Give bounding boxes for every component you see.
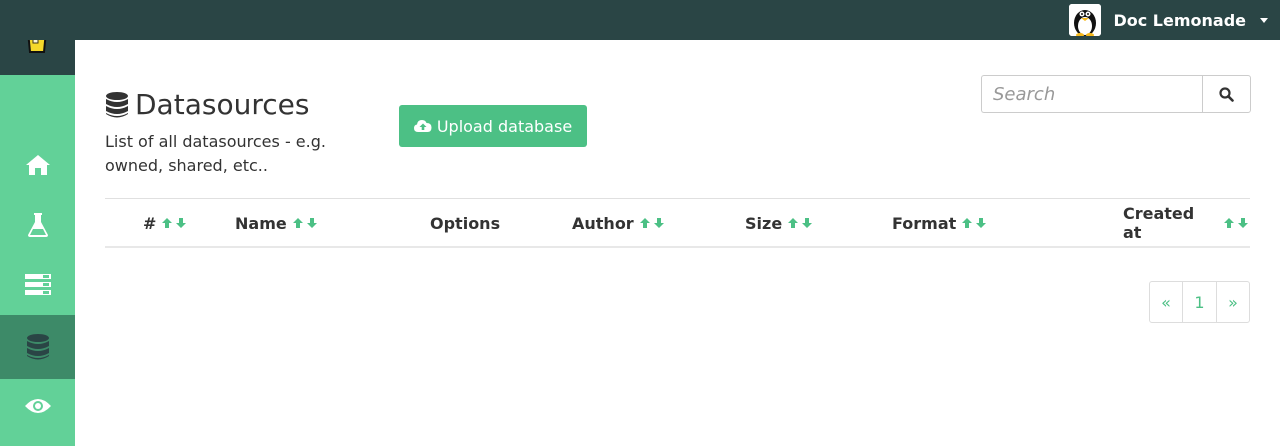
- sidebar-item-visualize[interactable]: [0, 375, 75, 437]
- upload-database-button[interactable]: Upload database: [399, 105, 587, 147]
- column-header-options: Options: [430, 199, 500, 247]
- sort-desc-icon[interactable]: [974, 216, 988, 230]
- pagination-prev[interactable]: «: [1149, 281, 1183, 323]
- sort-controls: [786, 216, 814, 230]
- sort-controls: [160, 216, 188, 230]
- sort-asc-icon[interactable]: [638, 216, 652, 230]
- sort-desc-icon[interactable]: [800, 216, 814, 230]
- sort-desc-icon[interactable]: [652, 216, 666, 230]
- page-title-text: Datasources: [135, 88, 310, 121]
- user-menu[interactable]: Doc Lemonade: [1069, 0, 1280, 40]
- sidebar-item-datasources[interactable]: [0, 315, 75, 379]
- sidebar: [0, 0, 75, 446]
- column-label: Format: [892, 213, 957, 233]
- column-header-size: Size: [745, 199, 814, 247]
- column-header-id: #: [143, 199, 188, 247]
- chevron-down-icon: [1260, 17, 1268, 23]
- column-label: Options: [430, 213, 501, 233]
- column-label: #: [143, 213, 157, 233]
- pagination-next[interactable]: »: [1216, 281, 1250, 323]
- sort-controls: [960, 216, 988, 230]
- page-title: Datasources: [105, 88, 309, 121]
- sidebar-item-home[interactable]: [0, 134, 75, 196]
- pagination-page-1[interactable]: 1: [1182, 281, 1217, 323]
- database-icon: [106, 91, 128, 117]
- column-header-format: Format: [892, 199, 988, 247]
- search-input[interactable]: [981, 75, 1202, 113]
- sort-desc-icon[interactable]: [174, 216, 188, 230]
- top-navbar: Doc Lemonade: [0, 0, 1280, 40]
- pagination: « 1 »: [1149, 281, 1250, 323]
- flask-icon: [27, 213, 48, 237]
- list-icon: [24, 274, 51, 295]
- column-header-author: Author: [572, 199, 666, 247]
- column-header-created-at: Created at: [1123, 199, 1250, 247]
- eye-icon: [24, 399, 51, 413]
- column-label: Name: [235, 213, 287, 233]
- column-label: Author: [572, 213, 634, 233]
- sort-controls: [291, 216, 319, 230]
- sort-asc-icon[interactable]: [160, 216, 174, 230]
- search-icon: [1219, 86, 1234, 102]
- sort-asc-icon[interactable]: [291, 216, 305, 230]
- user-name: Doc Lemonade: [1113, 10, 1246, 30]
- page-subtitle: List of all datasources - e.g. owned, sh…: [105, 132, 326, 175]
- sidebar-item-experiments[interactable]: [0, 194, 75, 256]
- upload-database-label: Upload database: [436, 116, 573, 136]
- user-avatar: [1069, 4, 1102, 36]
- sort-controls: [638, 216, 666, 230]
- column-label: Size: [745, 213, 783, 233]
- sort-desc-icon[interactable]: [305, 216, 319, 230]
- sort-controls: [1222, 216, 1250, 230]
- sidebar-item-list[interactable]: [0, 253, 75, 315]
- cloud-upload-icon: [413, 120, 432, 132]
- search-bar: [981, 75, 1251, 113]
- penguin-avatar-icon: [1069, 4, 1102, 36]
- sort-desc-icon[interactable]: [1236, 216, 1250, 230]
- sort-asc-icon[interactable]: [1222, 216, 1236, 230]
- database-icon: [26, 334, 49, 360]
- home-icon: [25, 155, 50, 175]
- table-header: # Name Options Author Size Format Create…: [105, 198, 1250, 248]
- column-header-name: Name: [235, 199, 319, 247]
- column-label: Created at: [1123, 204, 1195, 242]
- search-button[interactable]: [1202, 75, 1251, 113]
- sort-asc-icon[interactable]: [786, 216, 800, 230]
- sort-asc-icon[interactable]: [960, 216, 974, 230]
